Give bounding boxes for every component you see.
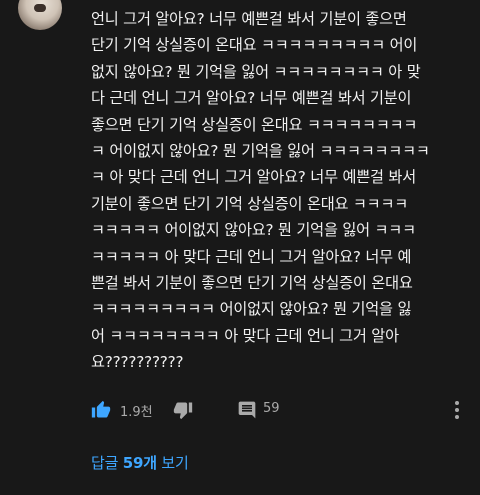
comment-line: 기분이 좋으면 단기 기억 상실증이 온대요 ㅋㅋㅋㅋ [91, 194, 408, 213]
comment-line: 단기 기억 상실증이 온대요 ㅋㅋㅋㅋㅋㅋㅋㅋㅋ 어이 [91, 36, 418, 55]
view-replies-link[interactable]: 답글 59개 보기 [91, 452, 189, 473]
comment-line: ㅋㅋㅋㅋㅋ 어이없지 않아요? 뭔 기억을 잃어 ㅋㅋㅋ [91, 221, 416, 240]
replies-label-prefix: 답글 [91, 454, 123, 472]
replies-count: 59개 [122, 454, 157, 472]
thumbs-down-icon [173, 402, 193, 420]
like-count: 1.9천 [120, 405, 153, 420]
replies-label-suffix: 보기 [156, 454, 189, 472]
reply-count: 59 [263, 401, 280, 416]
more-vertical-icon [455, 401, 459, 419]
comment-line: ㅋㅋㅋㅋㅋㅋㅋㅋㅋ 어이없지 않아요? 뭔 기억을 잃 [91, 300, 412, 319]
comment-line: 없지 않아요? 뭔 기억을 잃어 ㅋㅋㅋㅋㅋㅋㅋㅋ 아 맞 [91, 62, 421, 81]
more-options-button[interactable] [449, 398, 465, 422]
dislike-button[interactable] [173, 398, 193, 422]
reply-button[interactable] [237, 398, 257, 422]
comment-icon [238, 401, 256, 419]
avatar[interactable] [18, 0, 62, 30]
comment-actions: 1.9천 59 [91, 398, 471, 422]
comment-line: 다 근데 언니 그거 알아요? 너무 예쁜걸 봐서 기분이 [91, 89, 412, 108]
comment-line: 좋으면 단기 기억 상실증이 온대요 ㅋㅋㅋㅋㅋㅋㅋㅋ [91, 115, 418, 134]
comment-line: ㅋ 아 맞다 근데 언니 그거 알아요? 너무 예쁜걸 봐서 [91, 168, 416, 187]
comment-line: 언니 그거 알아요? 너무 예쁜걸 봐서 기분이 좋으면 [91, 10, 407, 28]
comment-line: 요?????????? [91, 353, 184, 372]
thumbs-up-icon [91, 400, 111, 418]
like-button[interactable] [91, 398, 111, 422]
comment-line: 쁜걸 봐서 기분이 좋으면 단기 기억 상실증이 온대요 [91, 273, 413, 292]
comment-text: 언니 그거 알아요? 너무 예쁜걸 봐서 기분이 좋으면 단기 기억 상실증이 … [91, 6, 469, 375]
comment-line: ㅋ 어이없지 않아요? 뭔 기억을 잃어 ㅋㅋㅋㅋㅋㅋㅋㅋ [91, 141, 430, 160]
avatar-image-detail [34, 4, 46, 12]
comment-line: 어 ㅋㅋㅋㅋㅋㅋㅋㅋ 아 맞다 근데 언니 그거 알아 [91, 326, 399, 345]
comment-line: ㅋㅋㅋㅋㅋ 아 맞다 근데 언니 그거 알아요? 너무 예 [91, 247, 412, 266]
